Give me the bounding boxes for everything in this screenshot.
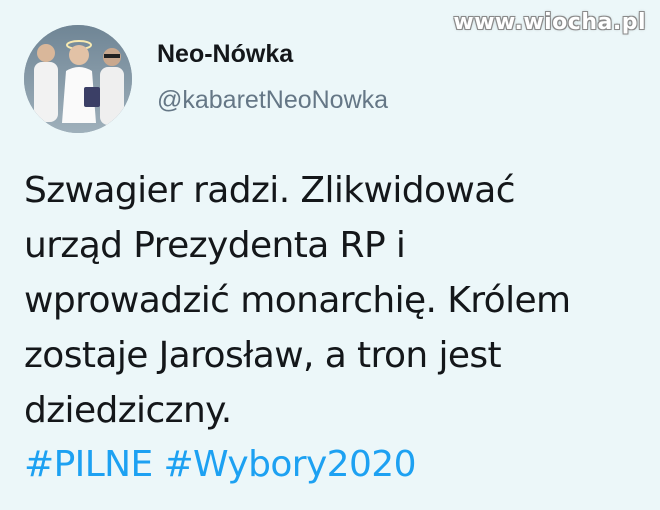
hashtag-wybory2020[interactable]: #Wybory2020 [163, 444, 416, 485]
hashtag-row: #PILNE #Wybory2020 [24, 437, 417, 492]
tweet-card: www.wiocha.pl Neo-Nówka @kabaretNeoNowka… [0, 0, 660, 510]
avatar-photo [24, 25, 132, 133]
watermark: www.wiocha.pl [453, 10, 646, 35]
tweet-text-line: zostaje Jarosław, a tron jest [24, 335, 502, 376]
author-handle[interactable]: @kabaretNeoNowka [157, 86, 388, 115]
tweet-text-line: urząd Prezydenta RP i [24, 225, 406, 266]
tweet-text-line: wprowadzić monarchię. Królem [24, 280, 571, 321]
tweet-text-line: Szwagier radzi. Zlikwidować [24, 170, 516, 211]
tweet-text-line: dziedziczny. [24, 390, 232, 431]
author-display-name[interactable]: Neo-Nówka [157, 40, 293, 69]
avatar[interactable] [24, 25, 132, 133]
hashtag-pilne[interactable]: #PILNE [24, 444, 153, 485]
tweet-text: Szwagier radzi. Zlikwidować urząd Prezyd… [24, 163, 644, 438]
